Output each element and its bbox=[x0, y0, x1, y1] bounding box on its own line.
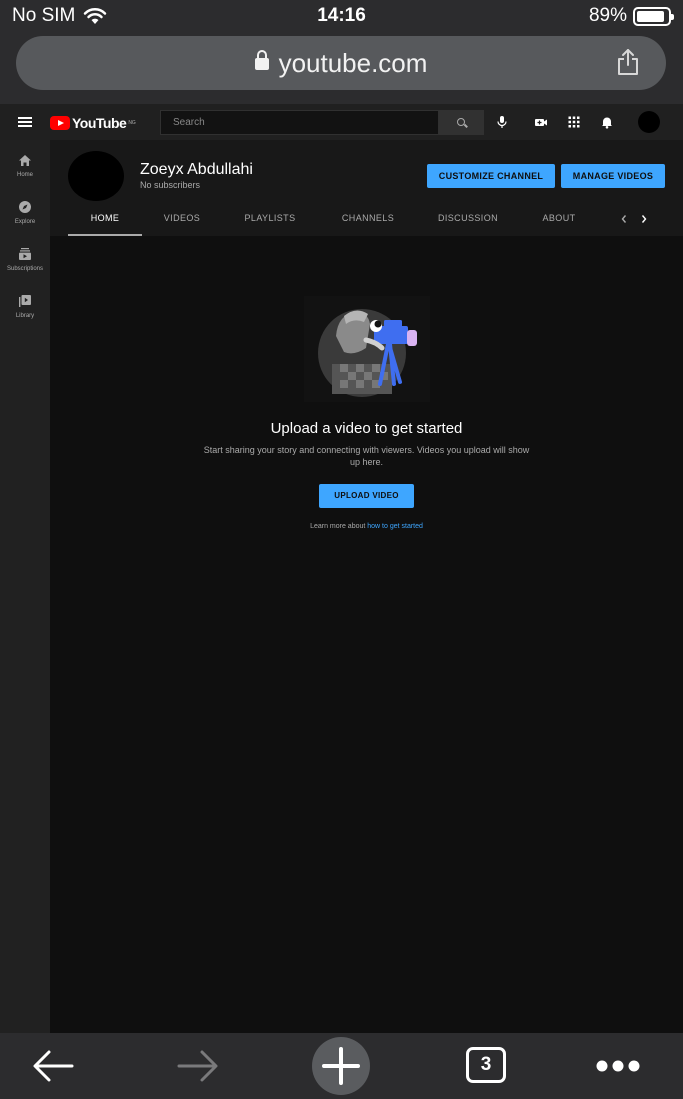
chevron-left-icon[interactable] bbox=[620, 214, 628, 224]
empty-state-description: Start sharing your story and connecting … bbox=[203, 445, 530, 467]
mini-guide-sidebar: Home Explore Subscriptions Library bbox=[0, 140, 50, 1033]
battery-level bbox=[637, 10, 664, 22]
tab-channels[interactable]: CHANNELS bbox=[328, 213, 408, 223]
lock-icon bbox=[254, 50, 269, 70]
tab-switcher-button[interactable]: 3 bbox=[466, 1047, 506, 1083]
create-video-icon[interactable] bbox=[534, 115, 548, 129]
learn-more-text: Learn more about how to get started bbox=[50, 523, 683, 530]
compass-icon bbox=[19, 201, 31, 213]
plus-icon bbox=[322, 1047, 360, 1085]
upload-video-button[interactable]: UPLOAD VIDEO bbox=[319, 484, 414, 508]
empty-state-title: Upload a video to get started bbox=[270, 420, 463, 437]
notifications-bell-icon[interactable] bbox=[600, 115, 614, 129]
subscriber-count: No subscribers bbox=[140, 180, 201, 190]
tab-videos[interactable]: VIDEOS bbox=[150, 213, 214, 223]
url-display: youtube.com bbox=[16, 48, 666, 79]
sidebar-item-home[interactable]: Home bbox=[0, 154, 50, 178]
menu-icon[interactable] bbox=[18, 117, 32, 127]
status-right: 89% bbox=[588, 5, 674, 27]
yt-masthead: YouTube NG Search bbox=[0, 104, 683, 140]
search-placeholder: Search bbox=[173, 117, 205, 128]
back-arrow-icon[interactable] bbox=[32, 1049, 76, 1083]
channel-home-content: Upload a video to get started Start shar… bbox=[50, 236, 683, 1033]
new-tab-button[interactable] bbox=[312, 1037, 370, 1095]
how-to-get-started-link[interactable]: how to get started bbox=[367, 523, 423, 530]
tab-playlists[interactable]: PLAYLISTS bbox=[230, 213, 310, 223]
tab-count: 3 bbox=[480, 1054, 492, 1075]
sidebar-label: Library bbox=[15, 313, 35, 319]
share-icon[interactable] bbox=[616, 48, 640, 76]
customize-channel-button[interactable]: CUSTOMIZE CHANNEL bbox=[427, 164, 555, 188]
sidebar-label: Subscriptions bbox=[6, 266, 44, 272]
search-input[interactable]: Search bbox=[160, 110, 439, 135]
status-bar: No SIM 14:16 89% bbox=[0, 0, 683, 32]
tab-discussion[interactable]: DISCUSSION bbox=[428, 213, 508, 223]
home-icon bbox=[19, 155, 31, 166]
youtube-play-icon bbox=[50, 116, 70, 130]
sidebar-item-explore[interactable]: Explore bbox=[0, 200, 50, 225]
youtube-page: YouTube NG Search Home Explore Subscript… bbox=[0, 104, 683, 1033]
status-time: 14:16 bbox=[317, 5, 366, 26]
account-avatar[interactable] bbox=[638, 111, 660, 133]
forward-arrow-icon[interactable] bbox=[175, 1049, 219, 1083]
battery-percent: 89% bbox=[588, 5, 627, 26]
learn-more-prefix: Learn more about bbox=[310, 523, 368, 530]
url-text: youtube.com bbox=[278, 48, 428, 78]
youtube-logo[interactable]: YouTube NG bbox=[50, 115, 136, 131]
apps-grid-icon[interactable] bbox=[567, 115, 581, 129]
videographer-illustration-icon bbox=[304, 296, 430, 402]
tab-home[interactable]: HOME bbox=[68, 213, 142, 223]
logo-country-code: NG bbox=[128, 120, 136, 126]
search-button[interactable] bbox=[439, 110, 484, 135]
logo-text: YouTube bbox=[72, 115, 127, 131]
more-options-icon[interactable] bbox=[594, 1059, 642, 1073]
browser-toolbar: 3 bbox=[0, 1033, 683, 1099]
channel-name: Zoeyx Abdullahi bbox=[140, 161, 253, 178]
microphone-icon[interactable] bbox=[495, 115, 509, 129]
channel-header: Zoeyx Abdullahi No subscribers CUSTOMIZE… bbox=[50, 140, 683, 236]
channel-tabs: HOME VIDEOS PLAYLISTS CHANNELS DISCUSSIO… bbox=[50, 205, 683, 236]
battery-icon bbox=[633, 6, 674, 26]
chevron-right-icon[interactable] bbox=[640, 214, 648, 224]
sidebar-label: Explore bbox=[14, 219, 36, 225]
sidebar-item-library[interactable]: Library bbox=[0, 294, 50, 319]
tab-about[interactable]: ABOUT bbox=[530, 213, 588, 223]
sidebar-label: Home bbox=[16, 172, 33, 178]
address-bar[interactable]: youtube.com bbox=[16, 36, 666, 90]
manage-videos-button[interactable]: MANAGE VIDEOS bbox=[561, 164, 665, 188]
library-icon bbox=[19, 295, 31, 307]
subscriptions-icon bbox=[19, 248, 31, 260]
sidebar-item-subscriptions[interactable]: Subscriptions bbox=[0, 247, 50, 272]
channel-avatar[interactable] bbox=[68, 151, 124, 201]
